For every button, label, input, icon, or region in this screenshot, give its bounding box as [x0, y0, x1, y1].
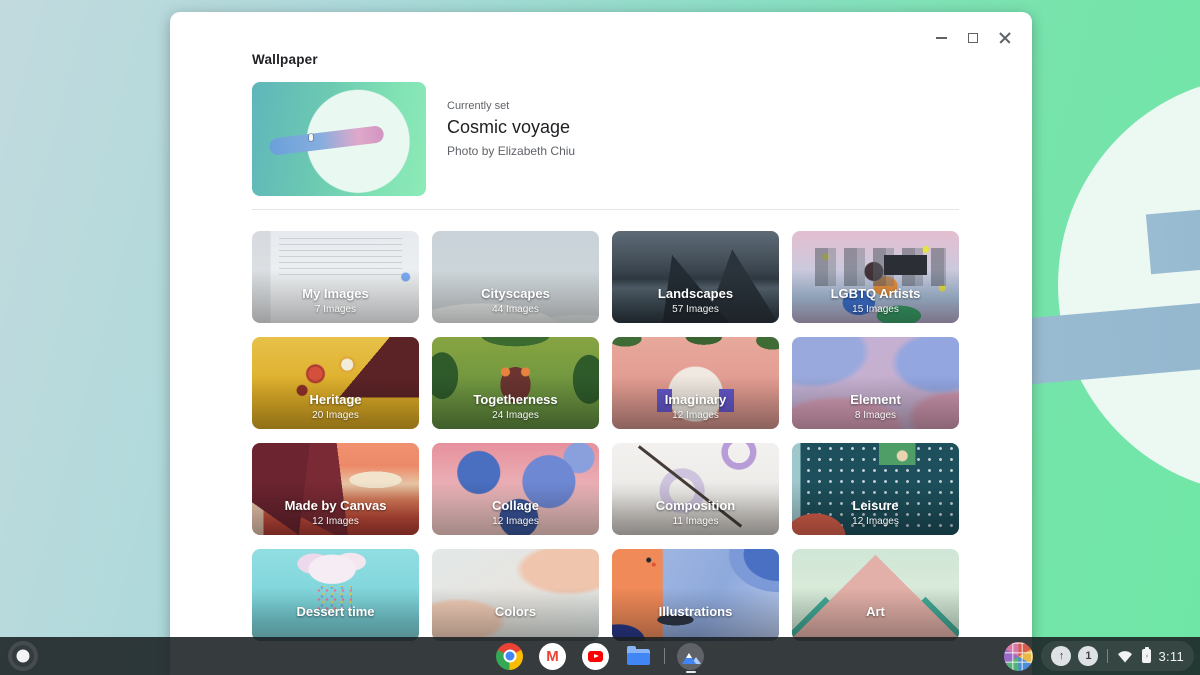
category-tile-lgbtq-artists[interactable]: LGBTQ Artists 15 Images — [792, 231, 959, 323]
category-title: Landscapes — [612, 286, 779, 301]
category-tile-made-by-canvas[interactable]: Made by Canvas 12 Images — [252, 443, 419, 535]
clock: 3:11 — [1158, 649, 1184, 664]
category-title: Colors — [432, 604, 599, 619]
minimize-button[interactable] — [928, 28, 954, 48]
system-tray[interactable]: ↑ 1 3:11 — [1041, 641, 1194, 671]
wallpaper-app-window: Wallpaper Currently set Cosmic voyage Ph… — [170, 12, 1032, 675]
category-title: LGBTQ Artists — [792, 286, 959, 301]
category-tile-my-images[interactable]: My Images 7 Images — [252, 231, 419, 323]
window-content: Wallpaper Currently set Cosmic voyage Ph… — [170, 12, 959, 641]
current-wallpaper-name: Cosmic voyage — [447, 117, 575, 138]
category-tile-element[interactable]: Element 8 Images — [792, 337, 959, 429]
category-title: Art — [792, 604, 959, 619]
category-count: 24 Images — [432, 410, 599, 421]
current-wallpaper-info: Currently set Cosmic voyage Photo by Eli… — [447, 82, 575, 196]
battery-icon — [1142, 649, 1151, 663]
maximize-button[interactable] — [960, 28, 986, 48]
category-title: Dessert time — [252, 604, 419, 619]
maximize-icon — [968, 33, 978, 43]
category-tile-illustrations[interactable]: Illustrations — [612, 549, 779, 641]
gmail-icon: M — [539, 643, 566, 670]
tile-scrim — [792, 549, 959, 641]
category-count: 12 Images — [612, 410, 779, 421]
current-wallpaper-attribution: Photo by Elizabeth Chiu — [447, 144, 575, 158]
category-count: 8 Images — [792, 410, 959, 421]
category-tile-collage[interactable]: Collage 12 Images — [432, 443, 599, 535]
shelf: M ↑ 1 3:11 — [0, 637, 1200, 675]
close-icon — [999, 32, 1011, 44]
category-count: 44 Images — [432, 304, 599, 315]
category-title: Togetherness — [432, 392, 599, 407]
section-divider — [252, 209, 959, 210]
category-count: 11 Images — [612, 516, 779, 527]
category-title: Composition — [612, 498, 779, 513]
minimize-icon — [936, 37, 947, 39]
category-count: 57 Images — [612, 304, 779, 315]
category-tile-cityscapes[interactable]: Cityscapes 44 Images — [432, 231, 599, 323]
files-icon — [625, 643, 652, 670]
category-tile-imaginary[interactable]: Imaginary 12 Images — [612, 337, 779, 429]
category-title: Imaginary — [612, 392, 779, 407]
chrome-icon — [496, 643, 523, 670]
active-app-indicator — [686, 671, 696, 673]
wallpaper-planet-shape — [1058, 75, 1200, 495]
category-count: 12 Images — [252, 516, 419, 527]
category-title: Heritage — [252, 392, 419, 407]
category-tile-dessert-time[interactable]: Dessert time — [252, 549, 419, 641]
category-tile-art[interactable]: Art — [792, 549, 959, 641]
notification-count-badge[interactable]: 1 — [1078, 646, 1098, 666]
status-area: ↑ 1 3:11 — [1004, 637, 1194, 675]
chrome-app-button[interactable] — [492, 637, 527, 675]
tile-scrim — [612, 549, 779, 641]
currently-set-label: Currently set — [447, 100, 575, 112]
currently-set-section: Currently set Cosmic voyage Photo by Eli… — [252, 82, 959, 196]
youtube-icon — [582, 643, 609, 670]
close-button[interactable] — [992, 28, 1018, 48]
shelf-separator — [664, 648, 665, 664]
wifi-icon — [1117, 650, 1133, 663]
launcher-icon — [17, 650, 30, 663]
avatar[interactable] — [1004, 642, 1033, 671]
category-title: Illustrations — [612, 604, 779, 619]
launcher-button[interactable] — [8, 641, 38, 671]
youtube-app-button[interactable] — [578, 637, 613, 675]
page-title: Wallpaper — [252, 52, 959, 67]
category-tile-composition[interactable]: Composition 11 Images — [612, 443, 779, 535]
window-controls — [928, 28, 1018, 48]
tile-scrim — [432, 549, 599, 641]
category-count: 12 Images — [792, 516, 959, 527]
gmail-app-button[interactable]: M — [535, 637, 570, 675]
files-app-button[interactable] — [621, 637, 656, 675]
category-title: Collage — [432, 498, 599, 513]
update-arrow-icon[interactable]: ↑ — [1051, 646, 1071, 666]
category-title: Made by Canvas — [252, 498, 419, 513]
category-tile-heritage[interactable]: Heritage 20 Images — [252, 337, 419, 429]
category-title: Leisure — [792, 498, 959, 513]
category-count: 12 Images — [432, 516, 599, 527]
current-wallpaper-preview — [252, 82, 426, 196]
category-count: 7 Images — [252, 304, 419, 315]
category-tile-leisure[interactable]: Leisure 12 Images — [792, 443, 959, 535]
category-tile-landscapes[interactable]: Landscapes 57 Images — [612, 231, 779, 323]
wallpaper-app-icon — [677, 643, 704, 670]
category-title: Cityscapes — [432, 286, 599, 301]
category-tile-togetherness[interactable]: Togetherness 24 Images — [432, 337, 599, 429]
wallpaper-app-button[interactable] — [673, 637, 708, 675]
category-count: 15 Images — [792, 304, 959, 315]
category-tile-colors[interactable]: Colors — [432, 549, 599, 641]
category-grid: My Images 7 Images Cityscapes 44 Images Land… — [252, 231, 959, 641]
category-count: 20 Images — [252, 410, 419, 421]
tile-scrim — [252, 549, 419, 641]
category-title: Element — [792, 392, 959, 407]
category-title: My Images — [252, 286, 419, 301]
shelf-app-list: M — [492, 637, 708, 675]
desktop: Wallpaper Currently set Cosmic voyage Ph… — [0, 0, 1200, 675]
tray-separator — [1107, 649, 1108, 663]
